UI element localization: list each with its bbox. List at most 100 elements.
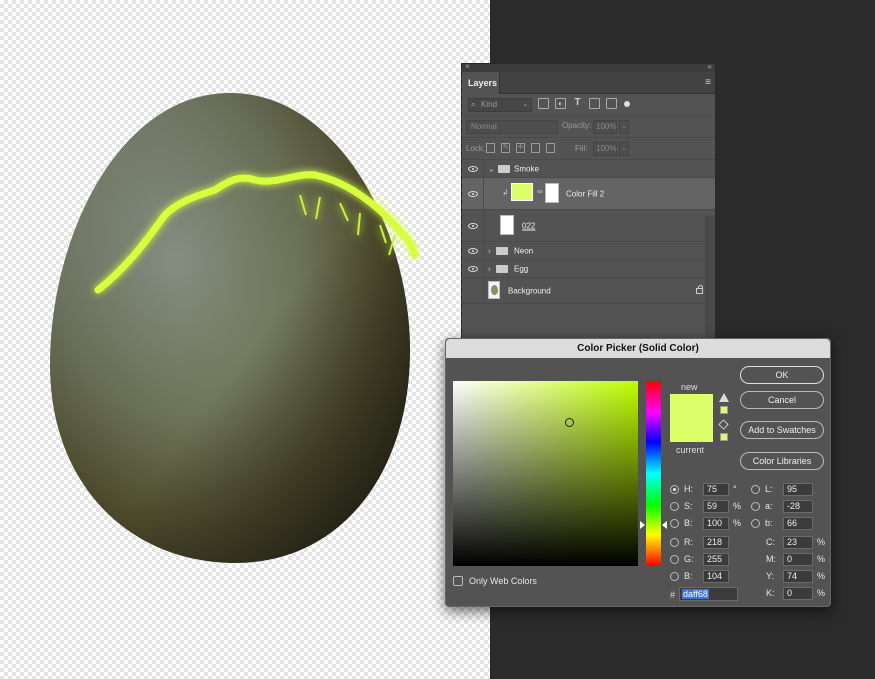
lab-a-input[interactable]: -28 xyxy=(783,500,813,513)
saturation-unit: % xyxy=(733,501,742,511)
yellow-input[interactable]: 74 xyxy=(783,570,813,583)
yellow-field: Y: 74 % xyxy=(751,570,827,584)
saturation-input[interactable]: 59 xyxy=(703,500,729,513)
lab-b-radio[interactable] xyxy=(751,519,760,528)
layer-row-neon[interactable]: › Neon xyxy=(462,242,715,260)
new-color-swatch xyxy=(670,394,713,418)
fill-input[interactable]: 100% xyxy=(593,142,617,156)
visibility-eye-icon[interactable] xyxy=(468,247,478,254)
layer-name: Background xyxy=(508,286,551,295)
visibility-eye-icon[interactable] xyxy=(468,190,478,197)
blue-input[interactable]: 104 xyxy=(703,570,729,583)
hue-field: H: 75 ° xyxy=(670,483,742,497)
close-icon[interactable]: × xyxy=(465,62,470,71)
layer-row-background[interactable]: Background xyxy=(462,278,715,304)
tab-layers[interactable]: Layers xyxy=(462,72,500,94)
hue-slider-right-arrow-icon[interactable] xyxy=(662,521,667,529)
smart-object-filter-icon[interactable] xyxy=(606,98,617,109)
color-picker-dialog: Color Picker (Solid Color) new current O… xyxy=(445,338,831,607)
lab-b-field: b: 66 xyxy=(751,517,823,531)
visibility-eye-icon[interactable] xyxy=(468,222,478,229)
visibility-eye-icon[interactable] xyxy=(468,165,478,172)
lab-l-radio[interactable] xyxy=(751,485,760,494)
filter-kind-select[interactable]: ⌕ Kind ⌄ xyxy=(468,98,532,112)
lock-transparent-icon[interactable] xyxy=(486,143,495,153)
type-filter-icon[interactable]: T xyxy=(572,98,583,109)
ok-button[interactable]: OK xyxy=(740,366,824,384)
hex-value: daff68 xyxy=(682,589,709,599)
opacity-input[interactable]: 100% xyxy=(593,120,617,134)
out-of-gamut-warning-icon[interactable] xyxy=(719,393,729,402)
hue-slider-left-arrow-icon[interactable] xyxy=(640,521,645,529)
fill-dropdown[interactable]: ⌄ xyxy=(619,142,629,156)
layer-name: Smoke xyxy=(514,164,539,173)
filter-kind-label: Kind xyxy=(481,100,498,109)
hue-slider[interactable] xyxy=(646,381,661,566)
cyan-label: C: xyxy=(766,537,775,547)
link-icon[interactable]: ∞ xyxy=(537,187,543,196)
chevron-right-icon[interactable]: › xyxy=(488,246,491,255)
blue-radio[interactable] xyxy=(670,572,679,581)
gamut-color-swatch[interactable] xyxy=(720,406,728,414)
lock-all-icon[interactable] xyxy=(546,143,555,153)
fill-color-thumbnail[interactable] xyxy=(511,183,533,201)
yellow-label: Y: xyxy=(766,571,775,581)
saturation-radio[interactable] xyxy=(670,502,679,511)
visibility-eye-icon[interactable] xyxy=(468,265,478,272)
opacity-dropdown[interactable]: ⌄ xyxy=(619,120,629,134)
hue-radio[interactable] xyxy=(670,485,679,494)
magenta-input[interactable]: 0 xyxy=(783,553,813,566)
lab-b-input[interactable]: 66 xyxy=(783,517,813,530)
blend-mode-select[interactable]: Normal xyxy=(466,120,558,134)
lab-a-radio[interactable] xyxy=(751,502,760,511)
cancel-button[interactable]: Cancel xyxy=(740,391,824,409)
red-radio[interactable] xyxy=(670,538,679,547)
lock-icons: ✎ ✛ xyxy=(486,143,555,153)
add-to-swatches-button[interactable]: Add to Swatches xyxy=(740,421,824,439)
green-input[interactable]: 255 xyxy=(703,553,729,566)
layer-row-smoke[interactable]: ⌄ Smoke xyxy=(462,160,715,178)
lab-a-field: a: -28 xyxy=(751,500,823,514)
chevron-right-icon[interactable]: › xyxy=(488,264,491,273)
saturation-brightness-field[interactable] xyxy=(453,381,638,566)
web-safe-cube-icon[interactable] xyxy=(718,419,729,430)
red-input[interactable]: 218 xyxy=(703,536,729,549)
filter-toggle-icon[interactable] xyxy=(624,101,630,107)
hex-input[interactable]: daff68 xyxy=(679,587,738,601)
collapse-icon[interactable]: « xyxy=(708,62,712,71)
color-libraries-button[interactable]: Color Libraries xyxy=(740,452,824,470)
dialog-title: Color Picker (Solid Color) xyxy=(446,339,830,358)
lock-pixels-icon[interactable]: ✎ xyxy=(501,143,510,153)
chevron-down-icon[interactable]: ⌄ xyxy=(488,164,495,173)
current-color-swatch[interactable] xyxy=(670,418,713,442)
opacity-label: Opacity: xyxy=(562,121,592,130)
folder-icon xyxy=(496,246,508,255)
black-input[interactable]: 0 xyxy=(783,587,813,600)
adjustment-filter-icon[interactable]: ◐ xyxy=(555,98,566,109)
only-web-colors-checkbox[interactable] xyxy=(453,576,463,586)
lock-artboard-icon[interactable] xyxy=(531,143,540,153)
web-safe-color-swatch[interactable] xyxy=(720,433,728,441)
layer-mask-thumbnail[interactable] xyxy=(545,183,559,203)
cyan-unit: % xyxy=(817,537,826,547)
brightness-radio[interactable] xyxy=(670,519,679,528)
layer-row-egg[interactable]: › Egg xyxy=(462,260,715,278)
layer-row-color-fill[interactable]: ↲ ∞ Color Fill 2 xyxy=(462,178,715,210)
color-marker[interactable] xyxy=(565,418,574,427)
layer-name: Neon xyxy=(514,246,534,255)
pixel-filter-icon[interactable] xyxy=(538,98,549,109)
green-radio[interactable] xyxy=(670,555,679,564)
lab-l-input[interactable]: 95 xyxy=(783,483,813,496)
document-canvas[interactable] xyxy=(0,0,490,679)
blue-field: B: 104 xyxy=(670,570,742,584)
hue-input[interactable]: 75 xyxy=(703,483,729,496)
yellow-unit: % xyxy=(817,571,826,581)
cyan-input[interactable]: 23 xyxy=(783,536,813,549)
layers-panel: × « Layers ≡ ⌕ Kind ⌄ ◐ T Normal Opacity… xyxy=(461,62,716,363)
panel-menu-icon[interactable]: ≡ xyxy=(705,77,711,88)
shape-filter-icon[interactable] xyxy=(589,98,600,109)
brightness-input[interactable]: 100 xyxy=(703,517,729,530)
lock-position-icon[interactable]: ✛ xyxy=(516,143,525,153)
magenta-field: M: 0 % xyxy=(751,553,827,567)
layer-row-022[interactable]: 022 xyxy=(462,210,715,242)
